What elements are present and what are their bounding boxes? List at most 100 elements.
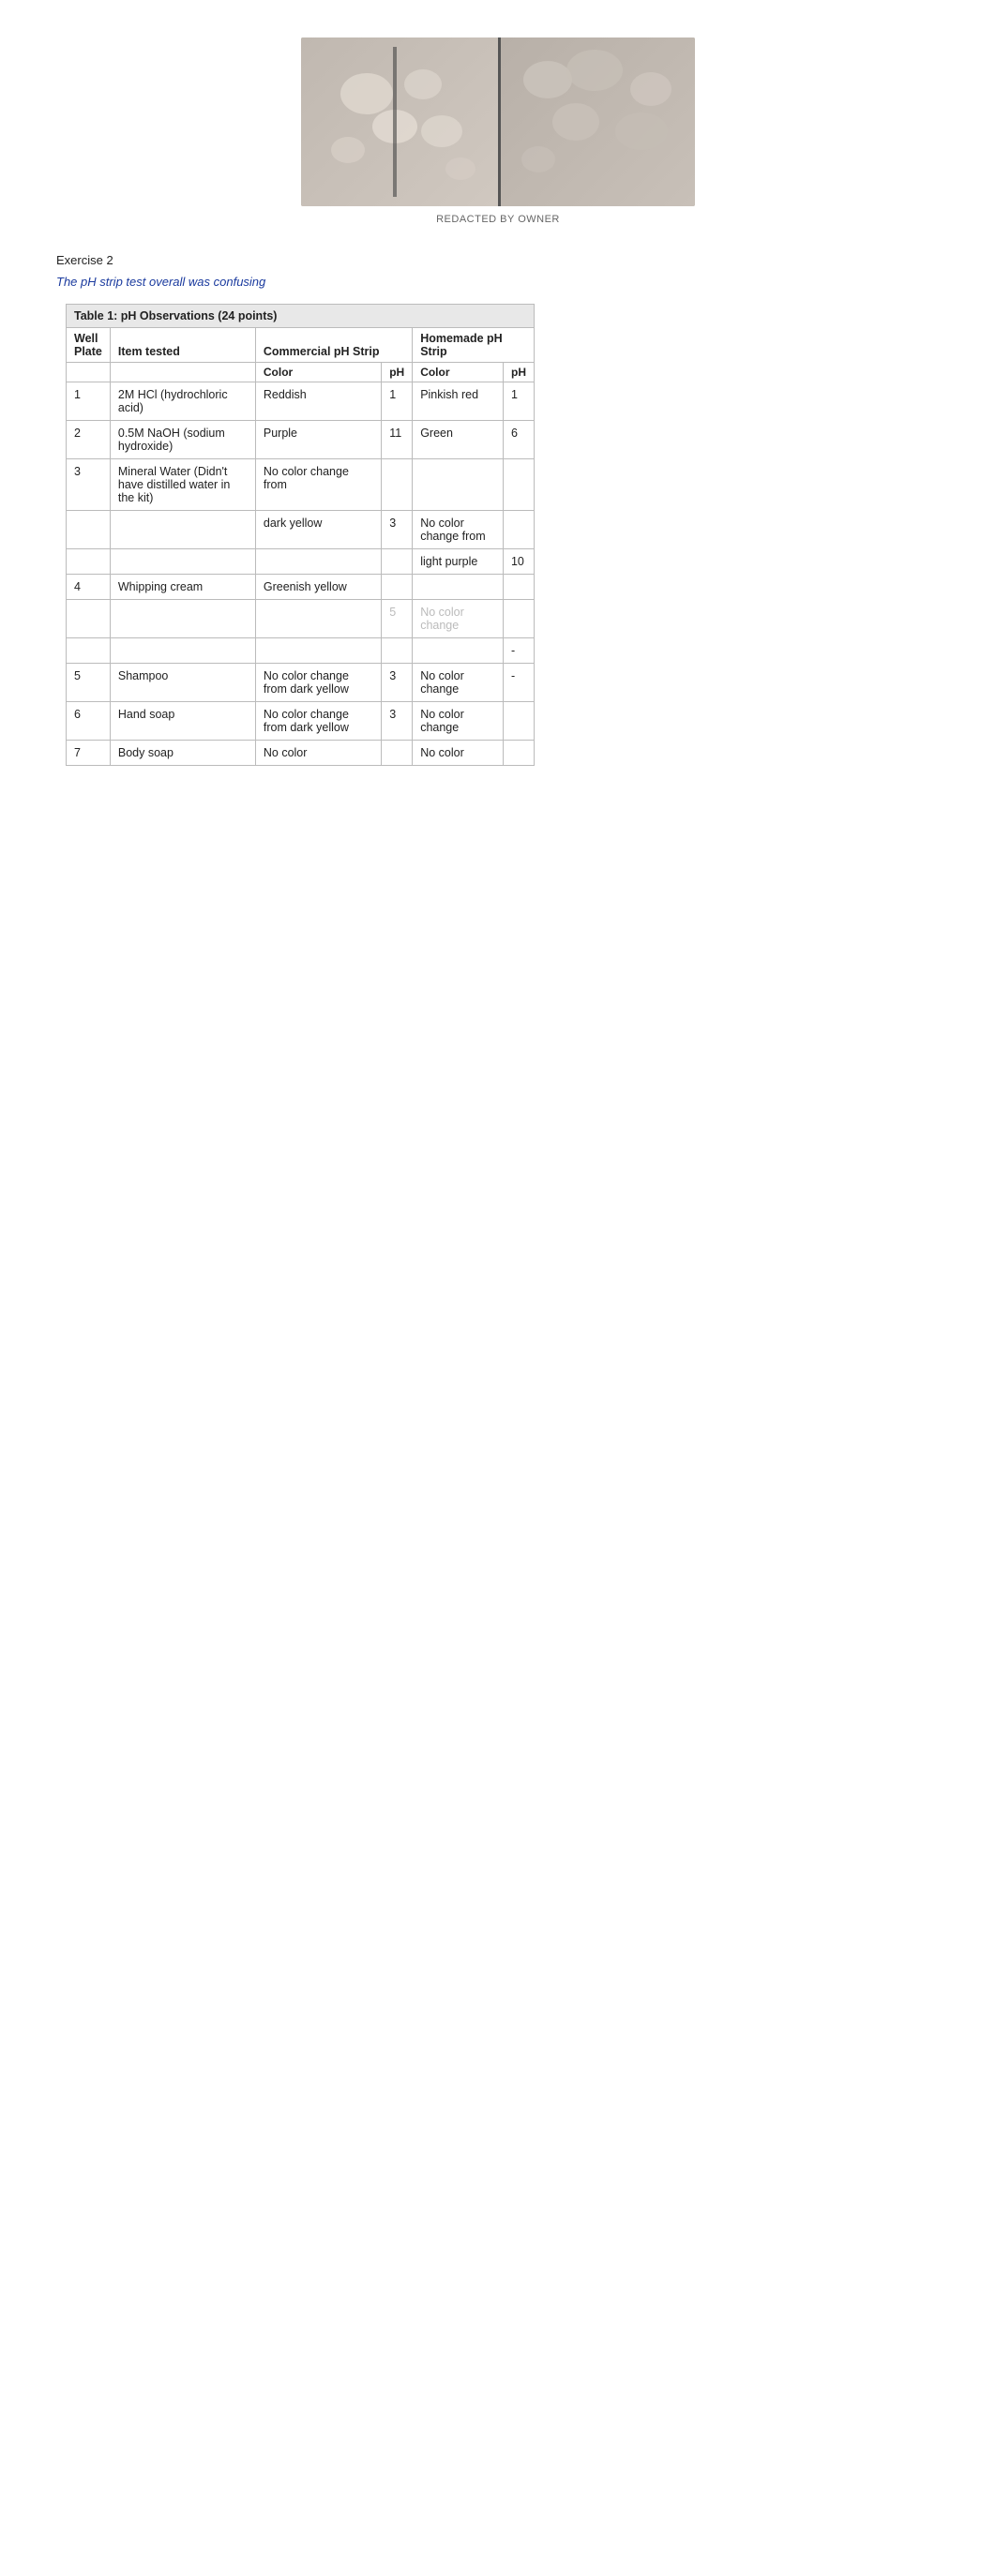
cell-item-4: Whipping cream: [110, 575, 255, 600]
cell-home-ph-3b: [503, 511, 534, 549]
cell-home-ph-3c: 10: [503, 549, 534, 575]
cell-com-ph-6: 3: [382, 702, 413, 741]
cell-item-4c: [110, 638, 255, 664]
image-left-panel: [301, 37, 498, 206]
cell-item-4b: [110, 600, 255, 638]
cell-com-ph-7: [382, 741, 413, 766]
cell-well-3c: [67, 549, 111, 575]
cell-well-7: 7: [67, 741, 111, 766]
subheader-well-empty: [67, 363, 111, 382]
header-commercial: Commercial pH Strip: [255, 328, 412, 363]
table-row: 6 Hand soap No color change from dark ye…: [67, 702, 535, 741]
table-row: 1 2M HCl (hydrochloric acid) Reddish 1 P…: [67, 382, 535, 421]
cell-com-color-2: Purple: [255, 421, 381, 459]
cell-com-color-6: No color change from dark yellow: [255, 702, 381, 741]
cell-well-1: 1: [67, 382, 111, 421]
subheader-com-ph: pH: [382, 363, 413, 382]
table-row: -: [67, 638, 535, 664]
cell-home-ph-4c: -: [503, 638, 534, 664]
cell-com-ph-1: 1: [382, 382, 413, 421]
header-item: Item tested: [110, 328, 255, 363]
cell-item-3b: [110, 511, 255, 549]
subheader-com-color: Color: [255, 363, 381, 382]
cell-home-color-6: No color change: [413, 702, 504, 741]
image-section: REDACTED BY OWNER: [56, 37, 940, 225]
cell-home-color-3a: [413, 459, 504, 511]
table-row: 5 No color change: [67, 600, 535, 638]
cell-item-5: Shampoo: [110, 664, 255, 702]
cell-home-ph-4: [503, 575, 534, 600]
subheader-home-ph: pH: [503, 363, 534, 382]
cell-home-color-4b: No color change: [413, 600, 504, 638]
cell-com-color-5: No color change from dark yellow: [255, 664, 381, 702]
cell-item-6: Hand soap: [110, 702, 255, 741]
table-title-row: Table 1: pH Observations (24 points): [67, 305, 535, 328]
cell-home-ph-4b: [503, 600, 534, 638]
cell-well-4: 4: [67, 575, 111, 600]
image-right-panel: [498, 37, 695, 206]
cell-com-color-4b: [255, 600, 381, 638]
cell-home-color-4: [413, 575, 504, 600]
header-homemade: Homemade pH Strip: [413, 328, 535, 363]
cell-home-color-3b: No color change from: [413, 511, 504, 549]
table-title: Table 1: pH Observations (24 points): [67, 305, 535, 328]
cell-item-7: Body soap: [110, 741, 255, 766]
table-row: dark yellow 3 No color change from: [67, 511, 535, 549]
cell-well-4c: [67, 638, 111, 664]
cell-com-ph-5: 3: [382, 664, 413, 702]
table-row: 7 Body soap No color No color: [67, 741, 535, 766]
header-well: Well Plate: [67, 328, 111, 363]
cell-well-4b: [67, 600, 111, 638]
lab-image: [301, 37, 695, 206]
cell-home-color-4c: [413, 638, 504, 664]
cell-home-ph-7: [503, 741, 534, 766]
table-row: 2 0.5M NaOH (sodium hydroxide) Purple 11…: [67, 421, 535, 459]
cell-com-ph-3b: 3: [382, 511, 413, 549]
observations-table-container: Table 1: pH Observations (24 points) Wel…: [66, 304, 535, 766]
cell-com-ph-3c: [382, 549, 413, 575]
exercise-label: Exercise 2: [56, 253, 940, 267]
cell-com-ph-3a: [382, 459, 413, 511]
cell-com-color-3a: No color change from: [255, 459, 381, 511]
cell-home-ph-2: 6: [503, 421, 534, 459]
cell-item-3: Mineral Water (Didn't have distilled wat…: [110, 459, 255, 511]
header-group-row: Well Plate Item tested Commercial pH Str…: [67, 328, 535, 363]
cell-com-color-3c: [255, 549, 381, 575]
cell-home-ph-1: 1: [503, 382, 534, 421]
cell-home-color-1: Pinkish red: [413, 382, 504, 421]
cell-item-1: 2M HCl (hydrochloric acid): [110, 382, 255, 421]
cell-well-3: 3: [67, 459, 111, 511]
table-row: 4 Whipping cream Greenish yellow: [67, 575, 535, 600]
cell-com-color-4c: [255, 638, 381, 664]
cell-home-ph-5: -: [503, 664, 534, 702]
cell-com-color-7: No color: [255, 741, 381, 766]
cell-home-color-5: No color change: [413, 664, 504, 702]
cell-com-ph-4: [382, 575, 413, 600]
subheader-home-color: Color: [413, 363, 504, 382]
cell-well-6: 6: [67, 702, 111, 741]
cell-item-2: 0.5M NaOH (sodium hydroxide): [110, 421, 255, 459]
sub-header-row: Color pH Color pH: [67, 363, 535, 382]
cell-com-color-4: Greenish yellow: [255, 575, 381, 600]
table-row: light purple 10: [67, 549, 535, 575]
exercise-subtitle: The pH strip test overall was confusing: [56, 275, 940, 289]
cell-com-ph-2: 11: [382, 421, 413, 459]
table-row: 3 Mineral Water (Didn't have distilled w…: [67, 459, 535, 511]
cell-well-2: 2: [67, 421, 111, 459]
cell-home-ph-3a: [503, 459, 534, 511]
cell-home-color-3c: light purple: [413, 549, 504, 575]
cell-well-3b: [67, 511, 111, 549]
observations-table: Table 1: pH Observations (24 points) Wel…: [66, 304, 535, 766]
cell-home-ph-6: [503, 702, 534, 741]
subheader-item-empty: [110, 363, 255, 382]
cell-com-color-3b: dark yellow: [255, 511, 381, 549]
table-row: 5 Shampoo No color change from dark yell…: [67, 664, 535, 702]
cell-com-color-1: Reddish: [255, 382, 381, 421]
cell-home-color-7: No color: [413, 741, 504, 766]
cell-com-ph-4b: 5: [382, 600, 413, 638]
cell-item-3c: [110, 549, 255, 575]
cell-well-5: 5: [67, 664, 111, 702]
image-caption: REDACTED BY OWNER: [436, 214, 560, 225]
cell-com-ph-4c: [382, 638, 413, 664]
cell-home-color-2: Green: [413, 421, 504, 459]
